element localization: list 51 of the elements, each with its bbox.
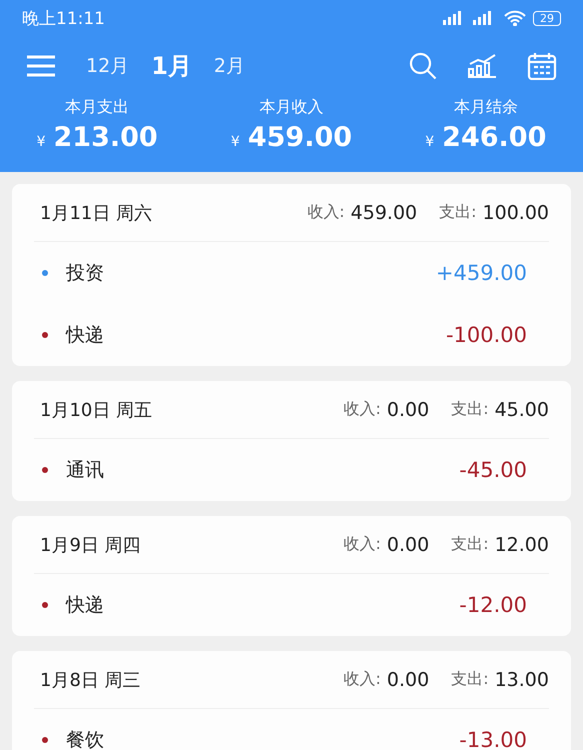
transaction-amount: +459.00 <box>436 261 527 285</box>
category-name: 餐饮 <box>66 728 105 750</box>
currency-sign: ¥ <box>36 134 46 150</box>
category-name: 通讯 <box>66 458 105 483</box>
category-name: 投资 <box>66 261 105 286</box>
expense-total: 12.00 <box>494 534 549 556</box>
calendar-icon[interactable] <box>527 52 557 80</box>
search-icon[interactable] <box>409 52 437 80</box>
transaction-row[interactable]: 餐饮 -13.00 <box>34 709 549 750</box>
transaction-amount: -13.00 <box>459 728 527 750</box>
day-date: 1月8日 周三 <box>40 668 141 692</box>
income-label: 收入: <box>344 399 381 420</box>
expense-label: 支出: <box>451 669 489 690</box>
day-date: 1月9日 周四 <box>40 534 141 556</box>
transaction-amount: -45.00 <box>459 458 527 482</box>
currency-sign: ¥ <box>230 134 240 150</box>
expense-label: 支出: <box>439 202 477 223</box>
category-name: 快递 <box>66 593 105 618</box>
income-total: 0.00 <box>386 534 430 556</box>
transaction-row[interactable]: 快递 -100.00 <box>34 304 549 366</box>
transaction-row[interactable]: 投资 +459.00 <box>34 242 549 304</box>
income-label: 收入: <box>344 534 381 555</box>
transaction-row[interactable]: 快递 -12.00 <box>34 574 549 636</box>
day-date: 1月11日 周六 <box>40 202 152 224</box>
battery-indicator: 29 <box>533 10 561 26</box>
income-label: 收入: <box>307 202 345 223</box>
day-date: 1月10日 周五 <box>40 398 152 422</box>
transaction-row[interactable]: 通讯 -45.00 <box>34 439 549 501</box>
wifi-icon <box>503 10 527 26</box>
income-total: 459.00 <box>350 202 418 224</box>
expense-label: 支出: <box>451 399 489 420</box>
menu-icon[interactable] <box>26 54 56 76</box>
category-name: 快递 <box>66 323 105 348</box>
expense-total: 100.00 <box>482 202 549 224</box>
income-label: 收入: <box>344 669 381 690</box>
summary-amount: 213.00 <box>54 122 158 153</box>
income-total: 0.00 <box>386 668 430 690</box>
currency-sign: ¥ <box>425 134 434 150</box>
expense-label: 支出: <box>451 534 489 555</box>
bar-chart-icon[interactable] <box>467 54 497 78</box>
expense-total: 45.00 <box>494 398 549 420</box>
transaction-amount: -100.00 <box>446 323 527 347</box>
summary-label: 本月结余 <box>454 97 518 118</box>
income-total: 0.00 <box>386 398 430 420</box>
summary-label: 本月收入 <box>259 97 324 118</box>
summary-amount: 459.00 <box>248 122 352 153</box>
summary-label: 本月支出 <box>65 97 130 118</box>
transaction-amount: -12.00 <box>459 593 527 617</box>
status-time: 晚上11:11 <box>22 8 105 30</box>
summary-amount: 246.00 <box>442 122 546 153</box>
expense-total: 13.00 <box>494 668 549 690</box>
